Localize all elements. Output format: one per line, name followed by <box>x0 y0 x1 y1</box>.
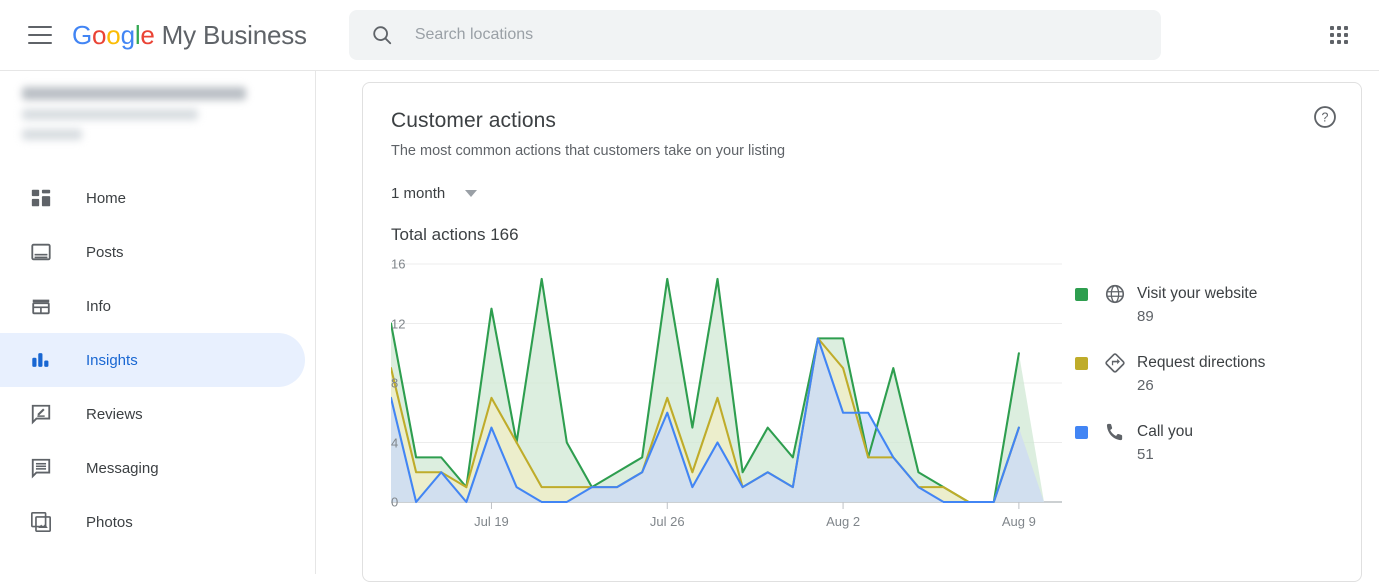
sidebar-item-label: Messaging <box>86 459 159 477</box>
dashboard-icon <box>26 183 56 213</box>
review-icon <box>26 399 56 429</box>
chevron-down-icon <box>465 190 478 197</box>
x-axis-tick-label: Jul 19 <box>474 514 509 529</box>
legend-series-name: Call you <box>1137 423 1193 440</box>
sidebar-item-info[interactable]: Info <box>0 279 305 333</box>
main-content: Customer actions The most common actions… <box>316 71 1379 582</box>
google-wordmark: Google <box>72 19 155 50</box>
sidebar-item-label: Reviews <box>86 405 143 423</box>
business-address-line-redacted <box>22 129 82 140</box>
legend-color-swatch <box>1075 426 1088 439</box>
sidebar-item-posts[interactable]: Posts <box>0 225 305 279</box>
help-circle-icon[interactable]: ? <box>1309 101 1341 133</box>
sidebar-item-insights[interactable]: Insights <box>0 333 305 387</box>
legend-row[interactable]: Call you 51 <box>1075 421 1325 463</box>
brand-logo[interactable]: Google My Business <box>72 20 307 51</box>
search-box[interactable] <box>348 10 1161 60</box>
search-icon <box>371 24 393 46</box>
sidebar-item-messaging[interactable]: Messaging <box>0 441 305 495</box>
legend-text: Visit your website 89 <box>1137 283 1257 325</box>
photos-icon <box>26 507 56 537</box>
y-axis-tick-label: 16 <box>391 256 406 272</box>
business-name-redacted <box>22 87 246 100</box>
customer-actions-card: Customer actions The most common actions… <box>362 82 1362 582</box>
legend-series-total: 51 <box>1137 446 1154 463</box>
product-name: My Business <box>161 19 307 50</box>
sidebar-item-reviews[interactable]: Reviews <box>0 387 305 441</box>
legend-text: Call you 51 <box>1137 421 1193 463</box>
legend-color-swatch <box>1075 288 1088 301</box>
time-range-value: 1 month <box>391 185 446 202</box>
sidebar: Home Posts Info Insights Reviews Messagi… <box>0 71 316 574</box>
y-axis-tick-label: 12 <box>391 316 406 331</box>
time-range-select[interactable]: 1 month <box>391 185 478 202</box>
hamburger-menu-icon[interactable] <box>28 26 52 44</box>
svg-text:?: ? <box>1322 111 1329 125</box>
x-axis-tick-label: Aug 2 <box>826 514 861 529</box>
posts-icon <box>26 237 56 267</box>
x-axis-tick-label: Jul 26 <box>649 514 685 529</box>
legend-series-name: Request directions <box>1137 354 1266 371</box>
business-header-redacted <box>0 71 315 161</box>
message-icon <box>26 453 56 483</box>
sidebar-nav: Home Posts Info Insights Reviews Messagi… <box>0 171 315 549</box>
directions-icon <box>1104 352 1126 374</box>
y-axis-tick-label: 0 <box>391 494 399 510</box>
legend-row[interactable]: Visit your website 89 <box>1075 283 1325 325</box>
legend-row[interactable]: Request directions 26 <box>1075 352 1325 394</box>
sidebar-item-home[interactable]: Home <box>0 171 305 225</box>
sidebar-item-label: Posts <box>86 243 124 261</box>
page-title: Customer actions <box>391 109 556 132</box>
total-actions-label: Total actions 166 <box>391 225 519 244</box>
sidebar-item-photos[interactable]: Photos <box>0 495 305 549</box>
card-subtitle: The most common actions that customers t… <box>391 143 786 159</box>
chart-legend: Visit your website 89 Request directions 26… <box>1075 283 1325 490</box>
sidebar-item-label: Home <box>86 189 127 207</box>
storefront-icon <box>26 291 56 321</box>
sidebar-item-label: Info <box>86 297 112 315</box>
legend-series-total: 89 <box>1137 308 1154 325</box>
phone-icon <box>1104 421 1126 443</box>
hamburger-bar <box>28 26 52 28</box>
search-input[interactable] <box>412 25 1113 45</box>
apps-grid-icon[interactable] <box>1319 15 1359 55</box>
bar-chart-icon <box>26 345 56 375</box>
business-address-line-redacted <box>22 109 198 120</box>
legend-text: Request directions 26 <box>1137 352 1265 394</box>
y-axis-tick-label: 4 <box>391 435 399 450</box>
legend-series-name: Visit your website <box>1137 285 1258 302</box>
hamburger-bar <box>28 42 52 44</box>
sidebar-item-label: Insights <box>86 351 138 369</box>
sidebar-item-label: Photos <box>86 513 133 531</box>
y-axis-tick-label: 8 <box>391 375 399 391</box>
hamburger-bar <box>28 34 52 36</box>
globe-icon <box>1104 283 1126 305</box>
top-bar: Google My Business <box>0 0 1379 71</box>
x-axis-tick-label: Aug 9 <box>1001 514 1036 529</box>
legend-color-swatch <box>1075 357 1088 370</box>
legend-series-total: 26 <box>1137 377 1154 394</box>
